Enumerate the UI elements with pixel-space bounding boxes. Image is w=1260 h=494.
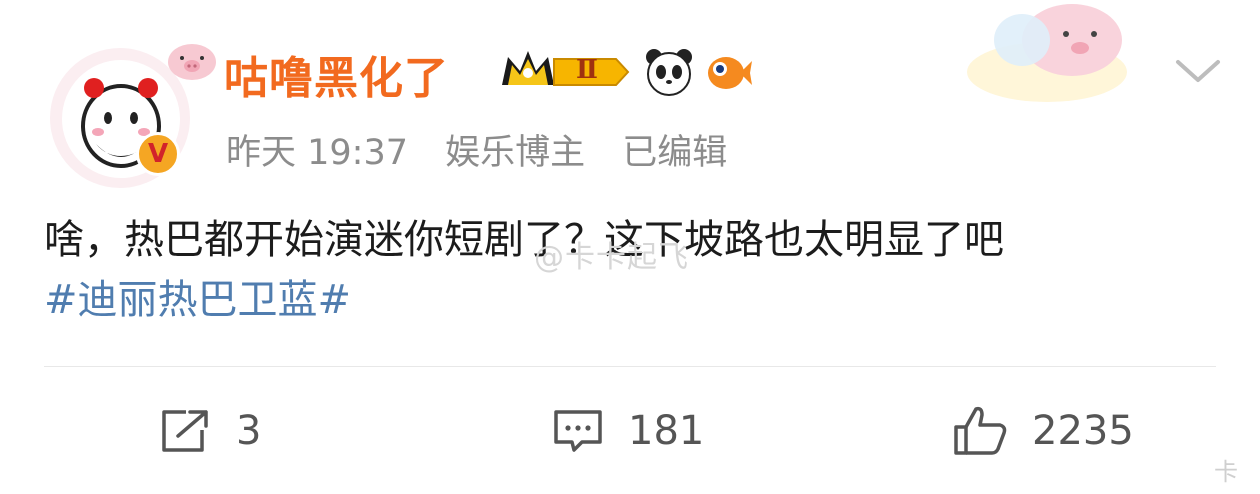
user-badges: Ⅱ (498, 44, 754, 100)
panda-badge[interactable] (644, 47, 694, 97)
crown-icon (502, 51, 630, 86)
pig-decoration-icon (168, 44, 216, 80)
post-meta: 昨天 19:37 娱乐博主 已编辑 (226, 124, 753, 175)
topic-link[interactable]: #迪丽热巴卫蓝# (44, 270, 1224, 330)
share-arrow-icon (162, 410, 208, 452)
avatar-area[interactable]: V (40, 20, 216, 188)
user-role: 娱乐博主 (445, 133, 586, 173)
edited-label[interactable]: 已编辑 (622, 133, 727, 173)
goldfish-icon (708, 57, 752, 89)
comment-button[interactable]: 181 (552, 398, 704, 464)
post-text: 啥，热巴都开始演迷你短剧了？这下坡路也太明显了吧 (44, 217, 1004, 263)
watermark: @卡卡起飞 (534, 240, 689, 275)
footer-watermark: 卡 (948, 452, 1248, 486)
chevron-down-icon[interactable] (1174, 54, 1222, 88)
verified-badge: V (136, 132, 180, 176)
thumb-up-icon (954, 406, 1007, 455)
pig-cloud-decoration-icon (967, 4, 1127, 102)
post-time: 昨天 19:37 (226, 133, 408, 173)
comment-count: 181 (628, 408, 705, 454)
repost-button[interactable]: 3 (160, 398, 261, 464)
footer-mark-text: 卡 (1214, 458, 1238, 486)
repost-count: 3 (236, 408, 262, 454)
like-count: 2235 (1032, 408, 1134, 454)
comment-bubble-icon (554, 410, 602, 452)
crown-level-badge[interactable]: Ⅱ (498, 45, 634, 99)
fish-badge[interactable] (704, 47, 754, 97)
level-label: Ⅱ (576, 55, 598, 85)
panda-icon (646, 49, 692, 96)
username[interactable]: 咕噜黑化了 (224, 42, 449, 106)
divider (44, 366, 1216, 367)
